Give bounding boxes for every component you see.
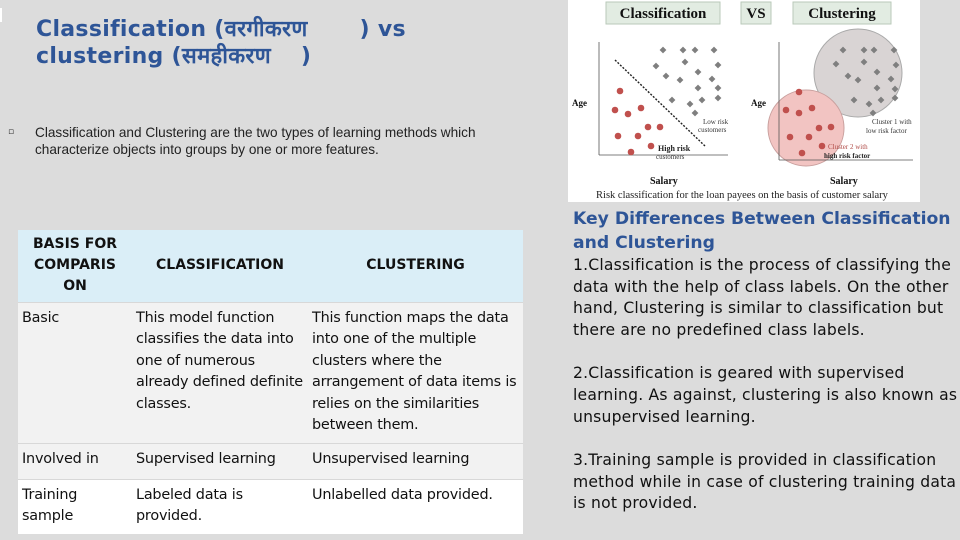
table-row: Involved in Supervised learning Unsuperv…: [18, 443, 523, 480]
intro-text: Classification and Clustering are the tw…: [35, 125, 476, 157]
low-risk-point: [691, 46, 699, 54]
cell-classification: This model function classifies the data …: [132, 301, 308, 444]
key-differences-heading: Key Differences Between Classification a…: [573, 209, 951, 253]
cluster-2-point: [798, 149, 806, 157]
high-risk-point: [614, 132, 622, 140]
cell-classification: Labeled data is provided.: [132, 478, 308, 534]
left-axis-y-label: Age: [572, 98, 587, 108]
low-risk-point: [679, 46, 687, 54]
cluster-2-point: [795, 109, 803, 117]
key-difference-point-2: 2.Classification is geared with supervis…: [573, 364, 958, 426]
left-axis-x-label: Salary: [650, 176, 678, 187]
slide-edge-mark: [0, 8, 2, 22]
low-risk-point: [668, 96, 676, 104]
low-risk-point: [710, 46, 718, 54]
high-risk-points: [611, 87, 664, 156]
cluster-2-point: [805, 133, 813, 141]
cluster-2-point: [808, 104, 816, 112]
cluster-2-point: [795, 88, 803, 96]
title-line2-part-a: clustering (समहीकरण: [36, 44, 271, 69]
low-risk-point: [714, 84, 722, 92]
low-risk-point: [698, 96, 706, 104]
high-risk-point: [644, 123, 652, 131]
low-risk-point: [652, 62, 660, 70]
cluster-2-label-1: Cluster 2 with: [828, 143, 868, 151]
cell-basis: Involved in: [18, 443, 132, 480]
vs-label: VS: [746, 6, 765, 22]
diagram-caption: Risk classification for the loan payees …: [596, 190, 889, 201]
title-line2-part-b: ): [300, 44, 312, 69]
high-risk-point: [637, 104, 645, 112]
low-risk-point: [676, 76, 684, 84]
comparison-table: BASIS FOR COMPARIS ON CLASSIFICATION CLU…: [18, 230, 523, 534]
low-risk-point: [691, 109, 699, 117]
key-difference-point-1: 1.Classification is the process of class…: [573, 256, 951, 339]
key-difference-point-3: 3.Training sample is provided in classif…: [573, 451, 957, 513]
classification-label: Classification: [620, 6, 707, 22]
table-row: Basic This model function classifies the…: [18, 301, 523, 444]
high-risk-point: [634, 132, 642, 140]
high-risk-point: [624, 110, 632, 118]
cluster-2-point: [815, 124, 823, 132]
title-line-1: Classification (वरगीकरण ) vs: [36, 16, 476, 43]
header-basis: BASIS FOR COMPARIS ON: [18, 230, 132, 302]
low-risk-label-2: customers: [698, 126, 727, 134]
low-risk-point: [659, 46, 667, 54]
cluster-2-point: [786, 133, 794, 141]
low-risk-point: [694, 68, 702, 76]
bullet-icon: ▫: [8, 127, 15, 137]
low-risk-point: [662, 72, 670, 80]
low-risk-point: [714, 94, 722, 102]
cluster-1-label-2: low risk factor: [866, 127, 907, 135]
high-risk-point: [647, 142, 655, 150]
cluster-2-point: [782, 106, 790, 114]
low-risk-point: [694, 84, 702, 92]
clustering-label: Clustering: [808, 6, 876, 22]
cell-clustering: Unlabelled data provided.: [308, 478, 523, 534]
cell-classification: Supervised learning: [132, 443, 308, 480]
title-line1-part-a: Classification (वरगीकरण: [36, 17, 308, 42]
low-risk-label-1: Low risk: [703, 118, 729, 126]
cluster-2-label-2: high risk factor: [824, 152, 870, 160]
high-risk-label-2: customers: [656, 153, 685, 161]
classification-vs-clustering-diagram: Classification VS Clustering Age Salary …: [568, 0, 920, 202]
right-axis-y-label: Age: [751, 98, 766, 108]
cluster-2-point: [818, 142, 826, 150]
cell-clustering: Unsupervised learning: [308, 443, 523, 480]
title-line-2: clustering (समहीकरण): [36, 43, 476, 70]
low-risk-point: [686, 100, 694, 108]
cluster-2-point: [827, 123, 835, 131]
cluster-1-label-1: Cluster 1 with: [872, 118, 912, 126]
low-risk-points: [652, 46, 722, 117]
header-clustering: CLUSTERING: [308, 230, 523, 302]
cell-clustering: This function maps the data into one of …: [308, 301, 523, 444]
high-risk-label-1: High risk: [658, 144, 691, 153]
table-header-row: BASIS FOR COMPARIS ON CLASSIFICATION CLU…: [18, 230, 523, 302]
high-risk-point: [611, 106, 619, 114]
cell-basis: Basic: [18, 301, 132, 444]
low-risk-point: [714, 61, 722, 69]
title-line1-part-b: ) vs: [359, 17, 406, 42]
high-risk-point: [627, 148, 635, 156]
high-risk-point: [616, 87, 624, 95]
key-differences-section: Key Differences Between Classification a…: [573, 207, 960, 515]
slide-title: Classification (वरगीकरण ) vs clustering (…: [36, 16, 476, 70]
cell-basis: Training sample: [18, 478, 132, 534]
right-axis-x-label: Salary: [830, 176, 858, 187]
low-risk-point: [708, 75, 716, 83]
table-row: Training sample Labeled data is provided…: [18, 478, 523, 534]
low-risk-point: [681, 58, 689, 66]
header-classification: CLASSIFICATION: [132, 230, 308, 302]
high-risk-point: [656, 123, 664, 131]
